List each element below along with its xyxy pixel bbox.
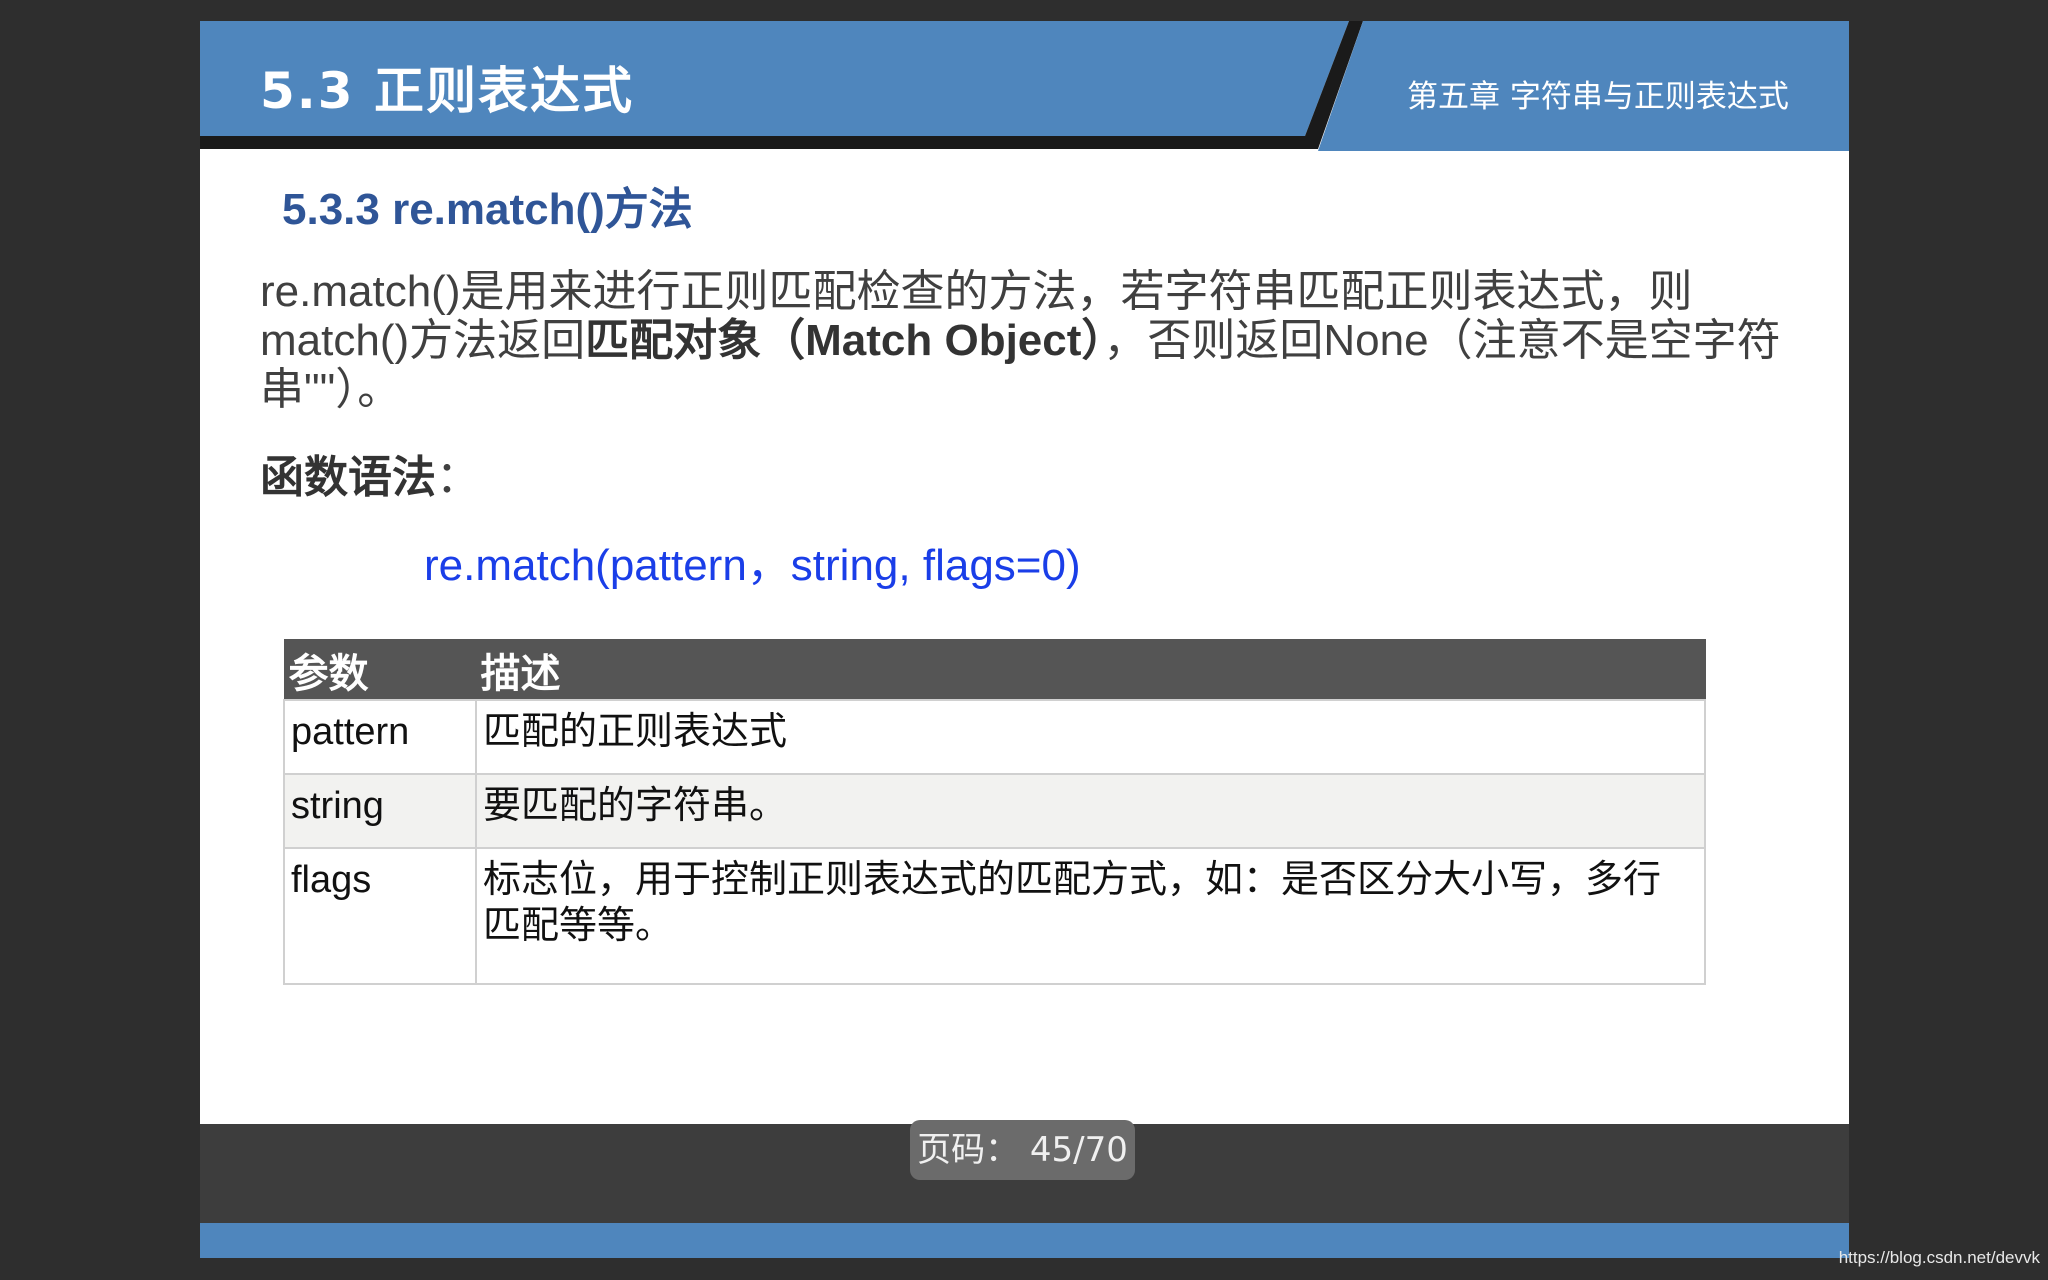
syntax-code: re.match(pattern，string, flags=0) [424,541,1081,590]
param-name: pattern [283,699,477,775]
watermark-url: https://blog.csdn.net/devvk [1838,1248,2040,1267]
syntax-label-text: 函数语法 [260,452,436,503]
description-bold-text: 匹配对象（Match Object） [585,316,1104,365]
slide-title: 5.3 正则表达式 [260,62,634,120]
param-desc: 要匹配的字符串。 [475,773,1706,849]
table-header-row: 参数 描述 [283,639,1706,701]
param-desc: 匹配的正则表达式 [475,699,1706,775]
param-name: string [283,773,477,849]
chapter-label: 第五章 字符串与正则表达式 [1407,79,1789,115]
table-row: string 要匹配的字符串。 [283,773,1706,849]
param-desc: 标志位，用于控制正则表达式的匹配方式，如：是否区分大小写，多行匹配等等。 [475,847,1706,985]
table-row: pattern 匹配的正则表达式 [283,699,1706,775]
slide-viewer: 5.3 正则表达式 第五章 字符串与正则表达式 5.3.3 re.match()… [0,0,2048,1280]
table-row: flags 标志位，用于控制正则表达式的匹配方式，如：是否区分大小写，多行匹配等… [283,847,1706,985]
table-header-desc: 描述 [475,639,1706,701]
page-indicator: 页码： 45/70 [910,1120,1135,1180]
syntax-label-colon: ： [436,452,480,503]
section-heading: 5.3.3 re.match()方法 [282,185,693,234]
table-header-param: 参数 [283,639,477,701]
slide: 5.3 正则表达式 第五章 字符串与正则表达式 5.3.3 re.match()… [200,21,1849,1124]
syntax-label: 函数语法： [260,441,480,505]
slide-header: 5.3 正则表达式 第五章 字符串与正则表达式 [200,21,1849,151]
param-name: flags [283,847,477,985]
parameters-table: 参数 描述 pattern 匹配的正则表达式 string 要匹配的字符串。 f… [283,639,1706,985]
slide-footer-accent [200,1223,1849,1258]
description-paragraph: re.match()是用来进行正则匹配检查的方法，若字符串匹配正则表达式，则ma… [260,267,1800,414]
